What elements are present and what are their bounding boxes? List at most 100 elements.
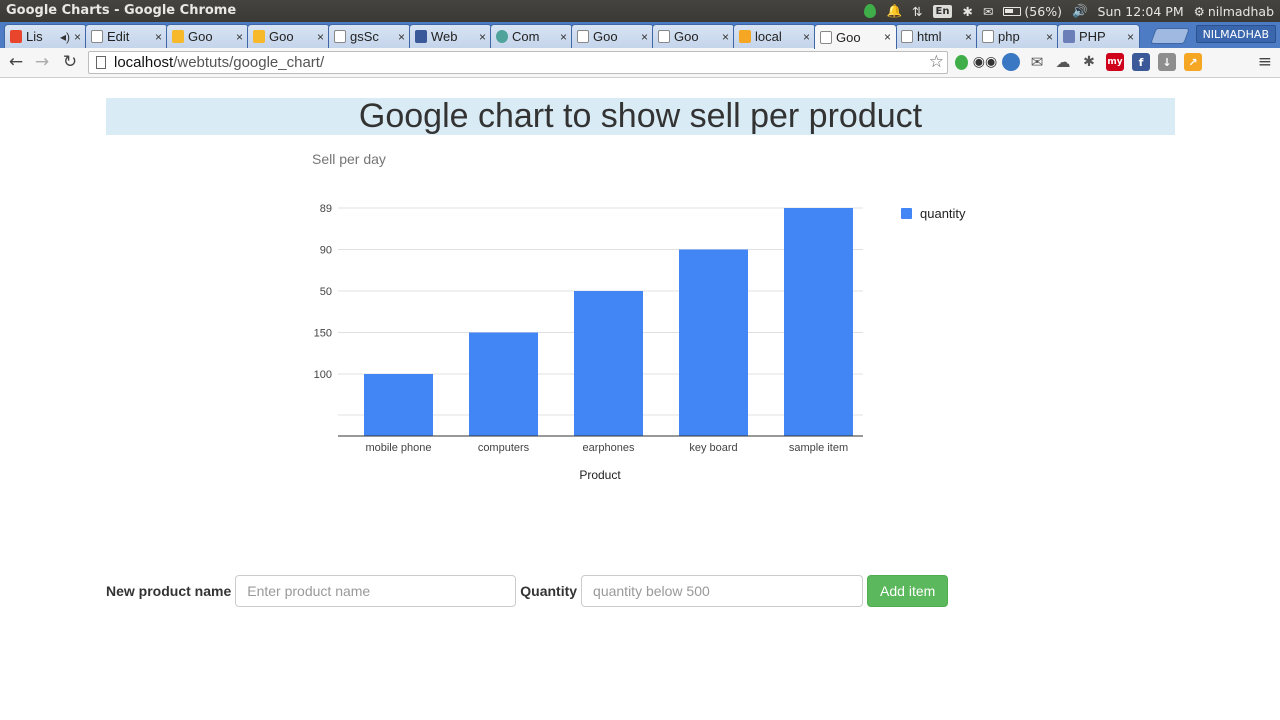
tab-label: html xyxy=(917,29,942,44)
tab-label: Goo xyxy=(593,29,618,44)
download-extension-icon[interactable]: ↓ xyxy=(1158,53,1176,71)
add-item-button[interactable]: Add item xyxy=(867,575,949,607)
bluetooth-icon[interactable]: ✱ xyxy=(962,4,972,19)
browser-tab[interactable]: Goo × xyxy=(652,24,735,48)
php-icon xyxy=(1063,30,1075,43)
clock[interactable]: Sun 12:04 PM xyxy=(1098,4,1184,19)
map-pin-icon[interactable] xyxy=(864,4,877,18)
bar[interactable] xyxy=(784,208,853,436)
x-tick-label: earphones xyxy=(583,442,635,454)
tab-label: Edit xyxy=(107,29,130,44)
tab-label: Com xyxy=(512,29,540,44)
browser-tab[interactable]: Com × xyxy=(490,24,573,48)
tab-close-icon[interactable]: × xyxy=(74,30,81,44)
page-heading: Google chart to show sell per product xyxy=(106,98,1175,135)
reload-icon[interactable]: ↻ xyxy=(60,52,80,72)
extension-icons: ◉◉ ✉ ☁ ✱ my f ↓ ↗ xyxy=(955,53,1202,71)
tab-label: php xyxy=(998,29,1020,44)
tab-close-icon[interactable]: × xyxy=(965,30,972,44)
address-bar[interactable]: localhost/webtuts/google_chart/ ☆ xyxy=(88,51,948,74)
y-tick-label: 100 xyxy=(314,369,332,381)
bar[interactable] xyxy=(469,332,538,437)
url-host: localhost xyxy=(114,54,174,71)
tab-close-icon[interactable]: × xyxy=(236,30,243,44)
speaker-icon: ◂) xyxy=(59,29,70,44)
page-icon xyxy=(96,56,106,69)
chart-icon xyxy=(172,30,184,43)
bar[interactable] xyxy=(679,249,748,437)
browser-tab[interactable]: Web × xyxy=(409,24,492,48)
map-pin-extension-icon[interactable] xyxy=(955,54,968,70)
keyboard-language-indicator[interactable]: En xyxy=(932,4,953,18)
globe-extension-icon[interactable] xyxy=(1002,53,1020,71)
bar-chart: Sell per day 100 150 50 90 89 mobile phone co… xyxy=(312,151,966,482)
tab-close-icon[interactable]: × xyxy=(803,30,810,44)
browser-tab[interactable]: gsSc × xyxy=(328,24,411,48)
document-icon xyxy=(91,30,103,43)
x-tick-label: key board xyxy=(689,442,737,454)
browser-tab[interactable]: Goo × xyxy=(814,24,897,49)
browser-tab[interactable]: PHP × xyxy=(1057,24,1140,48)
document-icon xyxy=(334,30,346,43)
tab-close-icon[interactable]: × xyxy=(479,30,486,44)
facebook-extension-icon[interactable]: f xyxy=(1132,53,1150,71)
url-text[interactable]: localhost/webtuts/google_chart/ xyxy=(114,54,324,71)
tab-close-icon[interactable]: × xyxy=(317,30,324,44)
tab-label: Goo xyxy=(269,29,294,44)
tab-label: Goo xyxy=(674,29,699,44)
tab-label: gsSc xyxy=(350,29,379,44)
product-name-label: New product name xyxy=(106,583,232,599)
bell-icon[interactable]: 🔔 xyxy=(886,3,902,19)
browser-tab[interactable]: php × xyxy=(976,24,1059,48)
battery-percentage: (56%) xyxy=(1024,3,1062,19)
eyes-extension-icon[interactable]: ◉◉ xyxy=(973,53,997,71)
document-icon xyxy=(658,30,670,43)
tab-close-icon[interactable]: × xyxy=(560,30,567,44)
mail-extension-icon[interactable]: ✉ xyxy=(1028,53,1046,71)
document-icon xyxy=(820,30,832,44)
page-content: Google chart to show sell per product Se… xyxy=(0,78,1280,720)
gmail-icon xyxy=(10,30,22,43)
leaf-icon xyxy=(496,30,508,43)
tab-close-icon[interactable]: × xyxy=(722,30,729,44)
browser-tab[interactable]: html × xyxy=(895,24,978,48)
browser-tab[interactable]: Lis ◂) × xyxy=(4,24,87,48)
battery-indicator[interactable]: (56%) xyxy=(1003,4,1062,19)
tab-close-icon[interactable]: × xyxy=(398,30,405,44)
browser-tab[interactable]: Goo × xyxy=(247,24,330,48)
bar[interactable] xyxy=(364,374,433,436)
bug-extension-icon[interactable]: ✱ xyxy=(1080,53,1098,71)
x-axis-label: Product xyxy=(579,468,621,482)
back-arrow-icon[interactable]: ← xyxy=(6,52,26,72)
tab-close-icon[interactable]: × xyxy=(1127,30,1134,44)
bookmark-star-icon[interactable]: ☆ xyxy=(929,52,944,72)
chrome-menu-icon[interactable]: ≡ xyxy=(1258,52,1272,72)
browser-tab[interactable]: Goo × xyxy=(166,24,249,48)
chart-title: Sell per day xyxy=(312,151,386,167)
os-top-bar: Google Charts - Google Chrome 🔔 ⇅ En ✱ ✉… xyxy=(0,0,1280,22)
tab-close-icon[interactable]: × xyxy=(641,30,648,44)
analytics-extension-icon[interactable]: ↗ xyxy=(1184,53,1202,71)
forward-arrow-icon[interactable]: → xyxy=(32,52,52,72)
browser-tab[interactable]: Goo × xyxy=(571,24,654,48)
tab-close-icon[interactable]: × xyxy=(1046,30,1053,44)
chart-icon xyxy=(253,30,265,43)
browser-tab[interactable]: Edit × xyxy=(85,24,168,48)
user-menu[interactable]: ⚙ nilmadhab xyxy=(1194,4,1274,19)
quantity-input[interactable] xyxy=(581,575,864,607)
my-extension-icon[interactable]: my xyxy=(1106,53,1124,71)
user-name: nilmadhab xyxy=(1207,3,1274,19)
mail-icon[interactable]: ✉ xyxy=(983,4,993,19)
product-name-input[interactable] xyxy=(235,575,517,607)
new-tab-button[interactable] xyxy=(1150,28,1190,44)
legend-swatch xyxy=(901,208,912,219)
cloud-extension-icon[interactable]: ☁ xyxy=(1054,53,1072,71)
network-icon[interactable]: ⇅ xyxy=(912,4,922,19)
volume-icon[interactable]: 🔊 xyxy=(1072,3,1088,19)
tab-close-icon[interactable]: × xyxy=(884,30,891,44)
profile-button[interactable]: NILMADHAB xyxy=(1195,25,1276,43)
bar[interactable] xyxy=(574,291,643,436)
tab-close-icon[interactable]: × xyxy=(155,30,162,44)
y-axis-ticks: 100 150 50 90 89 xyxy=(314,203,332,381)
browser-tab[interactable]: local × xyxy=(733,24,816,48)
